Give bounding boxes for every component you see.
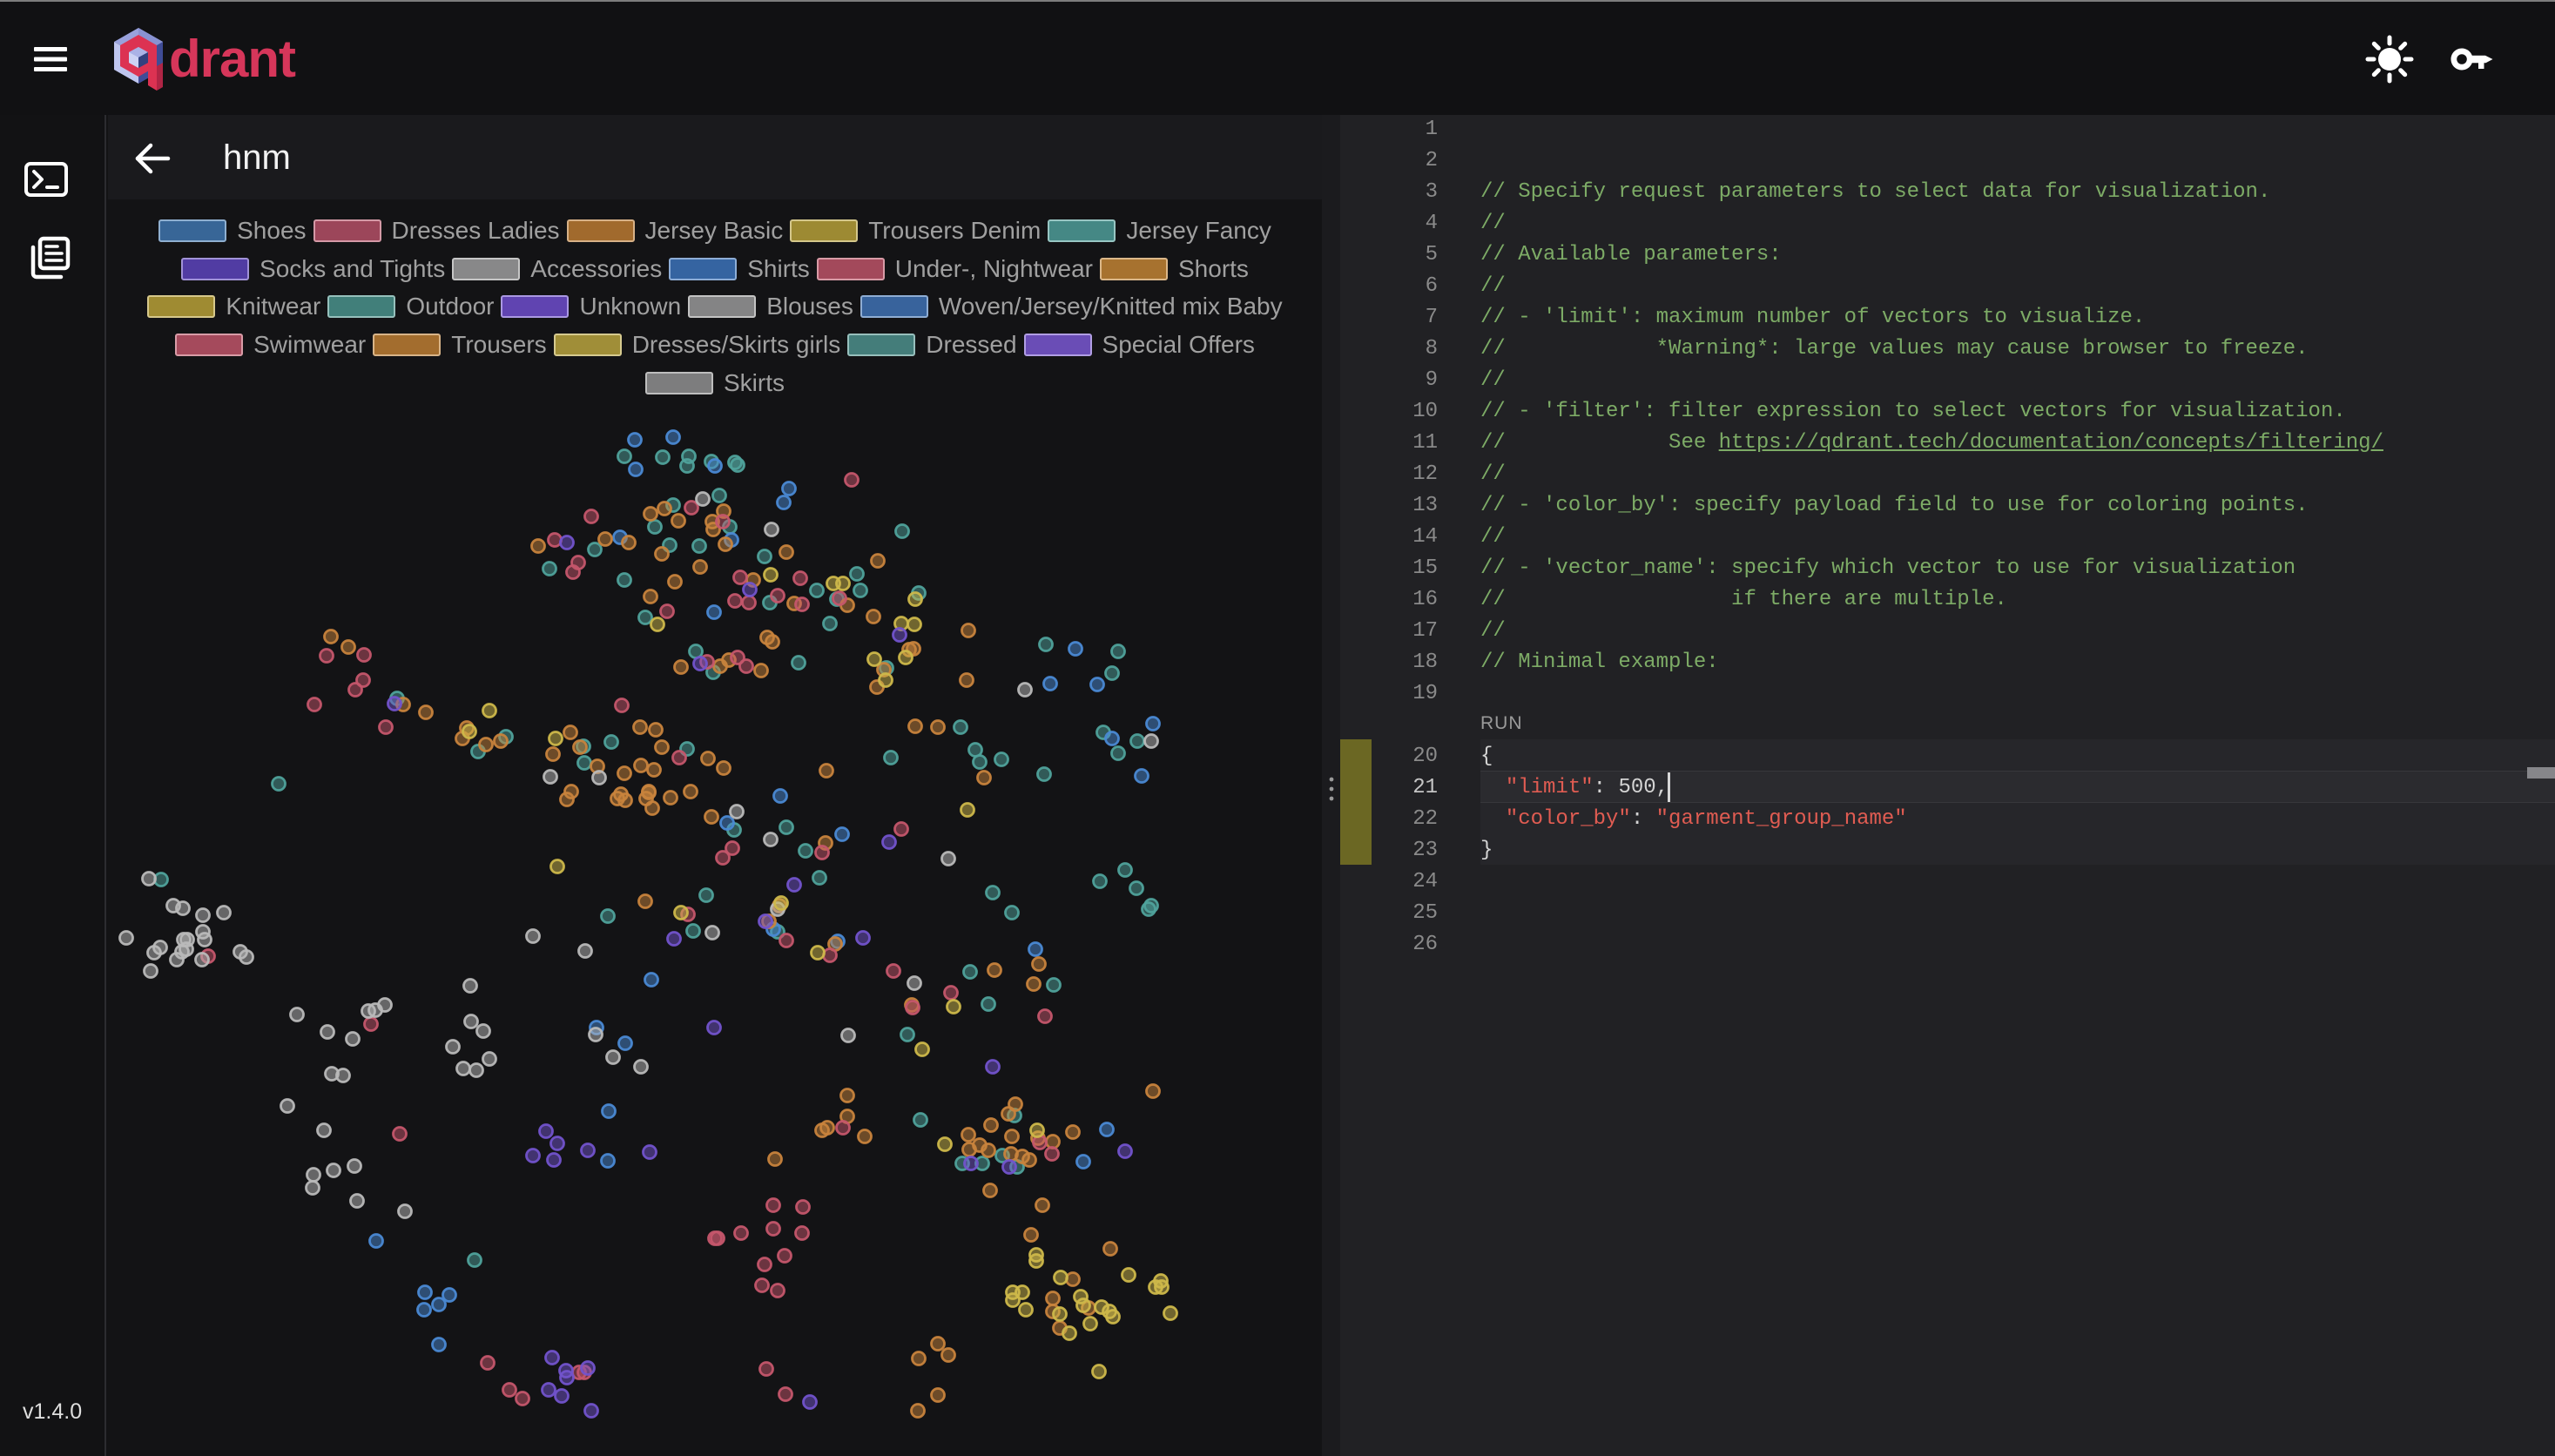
svg-text:drant: drant	[169, 30, 296, 88]
